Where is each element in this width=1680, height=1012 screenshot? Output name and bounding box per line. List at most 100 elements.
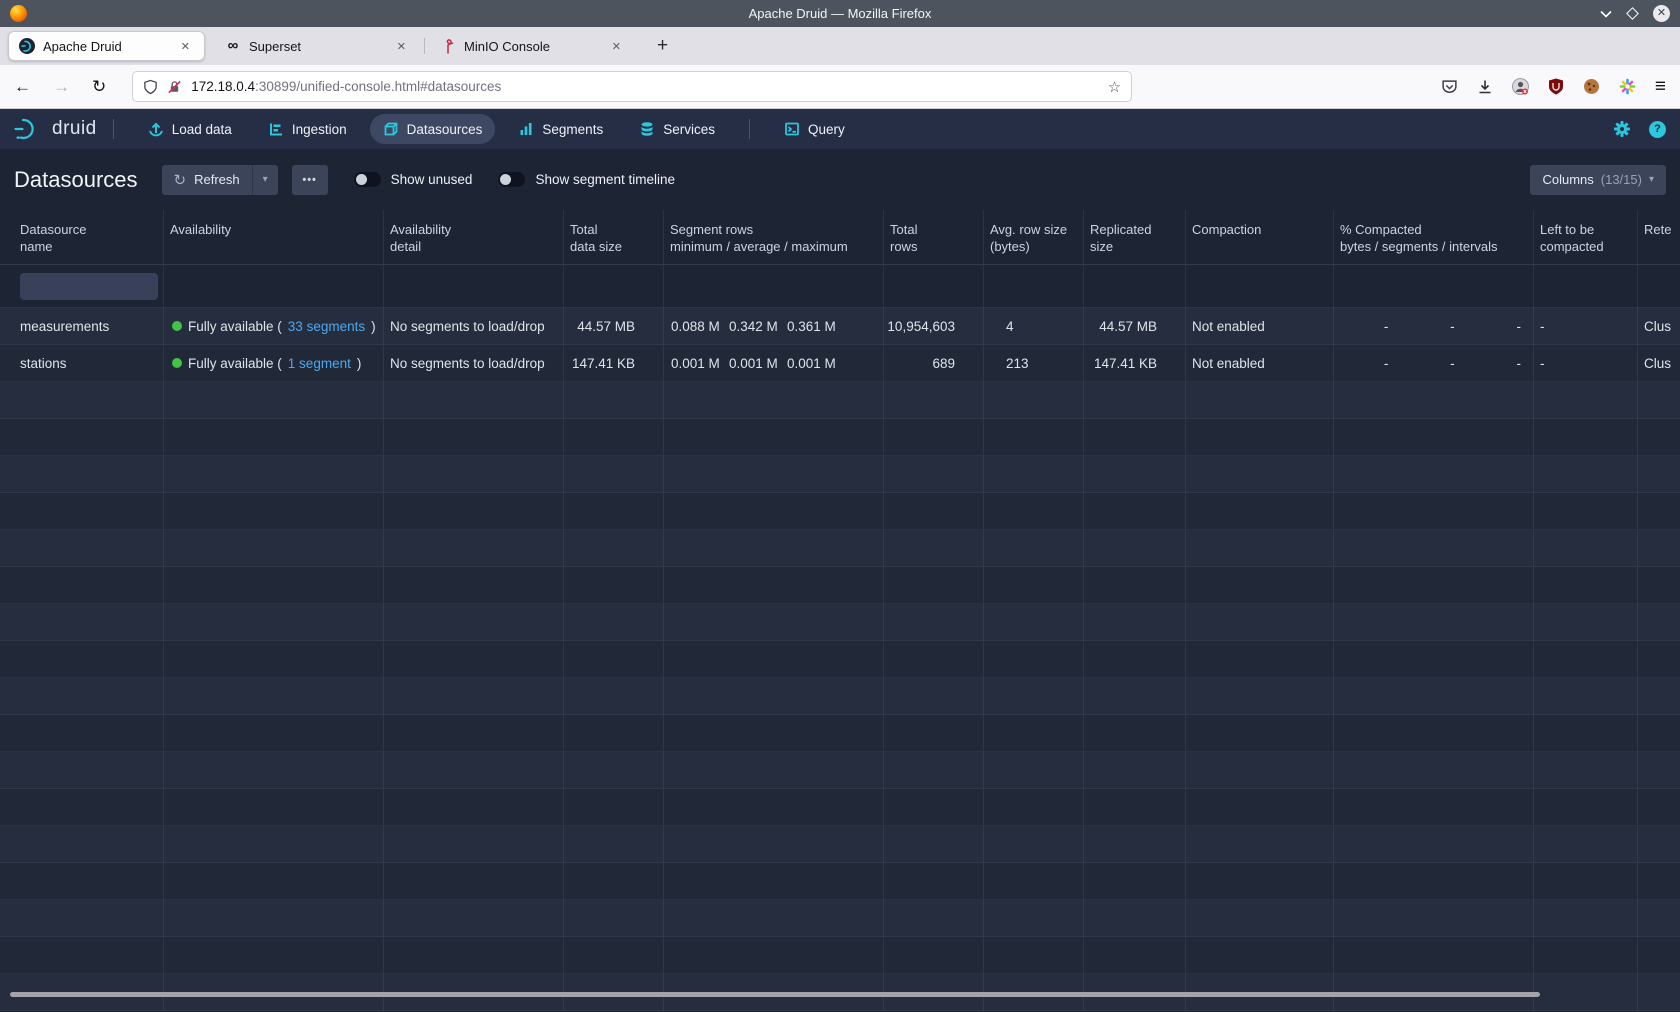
pct-compacted-segments: - bbox=[1400, 356, 1466, 371]
tab-apache-druid[interactable]: Apache Druid ✕ bbox=[8, 31, 205, 61]
compaction: Not enabled bbox=[1186, 308, 1334, 344]
refresh-button[interactable]: ↻ Refresh bbox=[162, 165, 252, 195]
druid-logo[interactable]: druid bbox=[14, 117, 97, 141]
columns-button[interactable]: Columns (13/15) ▾ bbox=[1530, 165, 1666, 195]
reload-button[interactable]: ↻ bbox=[92, 77, 106, 97]
window-minimize-icon[interactable] bbox=[1600, 10, 1612, 18]
table-empty-row bbox=[0, 567, 1680, 604]
show-segment-timeline-label: Show segment timeline bbox=[535, 172, 675, 187]
segments-link[interactable]: 1 segment bbox=[288, 356, 351, 371]
more-actions-button[interactable]: ••• bbox=[292, 165, 328, 195]
nav-item-label: Query bbox=[808, 122, 845, 137]
druid-logo-text: druid bbox=[52, 118, 97, 140]
left-to-be-compacted: - bbox=[1534, 345, 1638, 381]
datasource-name-filter-input[interactable] bbox=[20, 273, 158, 300]
column-header-pct-compacted[interactable]: % Compacted bytes / segments / intervals bbox=[1334, 210, 1534, 264]
toggle-knob bbox=[500, 174, 511, 185]
tab-title: MinIO Console bbox=[464, 39, 550, 54]
table-empty-row bbox=[0, 382, 1680, 419]
url-path: :30899/unified-console.html#datasources bbox=[255, 79, 501, 94]
account-extension-icon[interactable] bbox=[1512, 78, 1529, 95]
tab-close-icon[interactable]: ✕ bbox=[393, 38, 410, 55]
nav-item-load-data[interactable]: Load data bbox=[135, 114, 245, 144]
column-header-total-rows[interactable]: Total rows bbox=[884, 210, 984, 264]
segment-rows-avg: 0.342 M bbox=[729, 319, 787, 334]
tab-close-icon[interactable]: ✕ bbox=[177, 38, 194, 55]
nav-item-services[interactable]: Services bbox=[626, 114, 728, 144]
minio-favicon bbox=[440, 38, 456, 54]
datasources-table: Datasource name Availability Availabilit… bbox=[0, 210, 1680, 1012]
horizontal-scrollbar[interactable] bbox=[10, 992, 1540, 997]
settings-gear-icon[interactable] bbox=[1613, 120, 1631, 138]
datasources-icon bbox=[383, 121, 399, 137]
show-unused-label: Show unused bbox=[391, 172, 473, 187]
tab-close-icon[interactable]: ✕ bbox=[608, 38, 625, 55]
columns-count: (13/15) bbox=[1601, 172, 1642, 187]
help-icon[interactable]: ? bbox=[1649, 121, 1666, 138]
total-data-size: 44.57 MB bbox=[564, 308, 664, 344]
services-icon bbox=[639, 121, 655, 137]
column-header-left-to-be-compacted[interactable]: Left to be compacted bbox=[1534, 210, 1638, 264]
tab-minio-console[interactable]: MinIO Console ✕ bbox=[430, 31, 635, 61]
toggle-knob bbox=[356, 174, 367, 185]
tracking-shield-icon[interactable] bbox=[143, 79, 158, 95]
back-button[interactable]: ← bbox=[14, 77, 31, 97]
pct-compacted-cell: - - - bbox=[1334, 345, 1534, 381]
extension-pinwheel-icon[interactable] bbox=[1619, 78, 1636, 95]
insecure-lock-icon[interactable] bbox=[167, 79, 182, 95]
table-header-row: Datasource name Availability Availabilit… bbox=[0, 210, 1680, 265]
nav-item-ingestion[interactable]: Ingestion bbox=[255, 114, 360, 144]
druid-favicon bbox=[19, 38, 35, 54]
datasource-name: measurements bbox=[0, 308, 164, 344]
segments-link[interactable]: 33 segments bbox=[288, 319, 365, 334]
column-header-retention[interactable]: Rete bbox=[1638, 210, 1680, 264]
refresh-interval-dropdown[interactable]: ▾ bbox=[252, 165, 278, 195]
column-header-availability[interactable]: Availability bbox=[164, 210, 384, 264]
table-empty-row bbox=[0, 493, 1680, 530]
cookie-extension-icon[interactable] bbox=[1583, 78, 1600, 95]
refresh-icon: ↻ bbox=[174, 171, 187, 189]
show-segment-timeline-toggle[interactable] bbox=[498, 172, 525, 187]
table-empty-row bbox=[0, 530, 1680, 567]
window-maximize-icon[interactable] bbox=[1626, 7, 1639, 20]
availability-detail: No segments to load/drop bbox=[384, 345, 564, 381]
column-header-availability-detail[interactable]: Availability detail bbox=[384, 210, 564, 264]
druid-nav-bar: druid Load data Ingestion Datasources Se… bbox=[0, 109, 1680, 149]
nav-item-datasources[interactable]: Datasources bbox=[370, 114, 496, 144]
window-titlebar: Apache Druid — Mozilla Firefox ✕ bbox=[0, 0, 1680, 27]
pct-compacted-segments: - bbox=[1400, 319, 1466, 334]
table-empty-row bbox=[0, 604, 1680, 641]
table-empty-row bbox=[0, 419, 1680, 456]
url-bar[interactable]: 172.18.0.4:30899/unified-console.html#da… bbox=[132, 71, 1132, 102]
table-empty-row bbox=[0, 456, 1680, 493]
menu-icon[interactable]: ≡ bbox=[1655, 76, 1666, 98]
column-header-compaction[interactable]: Compaction bbox=[1186, 210, 1334, 264]
browser-toolbar: ← → ↻ 172.18.0.4:30899/unified-console.h… bbox=[0, 65, 1680, 109]
column-header-avg-row-size[interactable]: Avg. row size (bytes) bbox=[984, 210, 1084, 264]
tab-superset[interactable]: ∞ Superset ✕ bbox=[215, 31, 420, 61]
pct-compacted-bytes: - bbox=[1334, 356, 1400, 371]
ublock-icon[interactable] bbox=[1548, 78, 1564, 95]
table-empty-row bbox=[0, 641, 1680, 678]
bookmark-star-icon[interactable]: ☆ bbox=[1108, 78, 1121, 96]
table-empty-row bbox=[0, 900, 1680, 937]
nav-divider bbox=[749, 119, 750, 139]
column-header-total-data-size[interactable]: Total data size bbox=[564, 210, 664, 264]
segment-rows-cell: 0.001 M 0.001 M 0.001 M bbox=[664, 345, 884, 381]
replicated-size: 44.57 MB bbox=[1084, 308, 1186, 344]
status-dot bbox=[172, 321, 182, 331]
table-empty-row bbox=[0, 826, 1680, 863]
tab-title: Apache Druid bbox=[43, 39, 122, 54]
window-close-icon[interactable]: ✕ bbox=[1653, 5, 1670, 22]
show-unused-toggle[interactable] bbox=[354, 172, 381, 187]
column-header-datasource-name[interactable]: Datasource name bbox=[0, 210, 164, 264]
pocket-icon[interactable] bbox=[1441, 79, 1458, 95]
downloads-icon[interactable] bbox=[1477, 79, 1493, 95]
new-tab-button[interactable]: + bbox=[649, 35, 676, 57]
nav-item-query[interactable]: Query bbox=[771, 114, 858, 144]
column-header-replicated-size[interactable]: Replicated size bbox=[1084, 210, 1186, 264]
segment-rows-max: 0.001 M bbox=[787, 356, 845, 371]
nav-item-segments[interactable]: Segments bbox=[505, 114, 616, 144]
pct-compacted-intervals: - bbox=[1467, 319, 1533, 334]
column-header-segment-rows[interactable]: Segment rows minimum / average / maximum bbox=[664, 210, 884, 264]
